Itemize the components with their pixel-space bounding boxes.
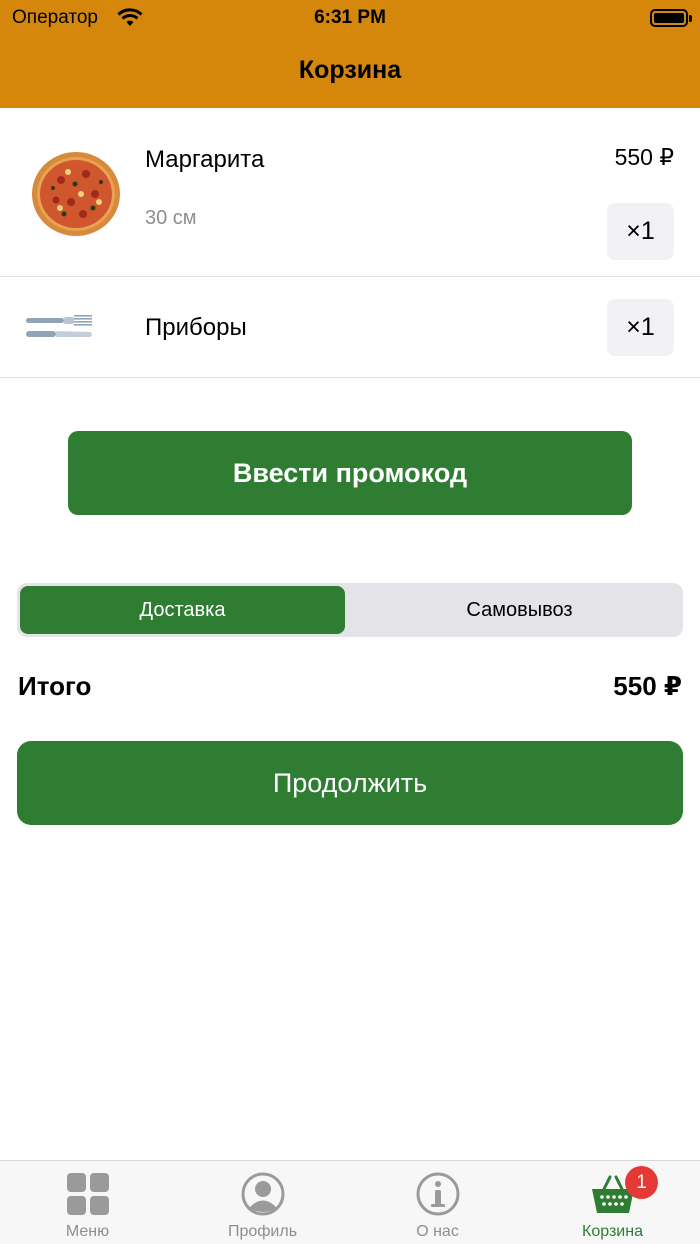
page-title: Корзина (298, 56, 402, 84)
quantity-button[interactable]: ×1 (607, 299, 674, 356)
tab-label: Меню (65, 1223, 110, 1240)
grid-icon (66, 1173, 109, 1215)
total-value: 550 ₽ (613, 671, 682, 701)
promo-code-button[interactable]: Ввести промокод (68, 431, 632, 515)
tab-profile[interactable]: Профиль (175, 1161, 350, 1244)
cart-item-cutlery[interactable]: Приборы ×1 (0, 277, 700, 378)
battery-icon (650, 9, 692, 27)
tab-label: О нас (416, 1223, 459, 1240)
pizza-image (32, 152, 120, 236)
item-name: Маргарита (145, 146, 265, 173)
tab-about[interactable]: О нас (350, 1161, 525, 1244)
segment-delivery[interactable]: Доставка (20, 586, 345, 634)
status-bar: Оператор 6:31 PM (0, 0, 700, 38)
segment-pickup[interactable]: Самовывоз (357, 586, 682, 634)
item-size: 30 см (145, 207, 197, 229)
cart-badge: 1 (625, 1166, 658, 1199)
info-icon (416, 1172, 459, 1216)
tab-label: Корзина (582, 1223, 643, 1240)
quantity-button[interactable]: ×1 (607, 203, 674, 260)
total-label: Итого (18, 671, 92, 701)
tab-bar: Меню Профиль О нас Корзина (0, 1160, 700, 1244)
continue-button[interactable]: Продолжить (17, 741, 683, 825)
tab-menu[interactable]: Меню (0, 1161, 175, 1244)
item-price: 550 ₽ (614, 144, 674, 170)
clock: 6:31 PM (314, 7, 386, 28)
tab-cart[interactable]: Корзина (525, 1161, 700, 1244)
delivery-mode-segmented-control: Доставка Самовывоз (17, 583, 683, 637)
navigation-header: Оператор 6:31 PM Корзина (0, 0, 700, 108)
item-name: Приборы (145, 314, 247, 341)
cutlery-image (26, 315, 92, 337)
tab-label: Профиль (227, 1223, 298, 1240)
cart-item-margarita[interactable]: Маргарита 30 см 550 ₽ ×1 (0, 108, 700, 277)
profile-icon (241, 1172, 284, 1216)
